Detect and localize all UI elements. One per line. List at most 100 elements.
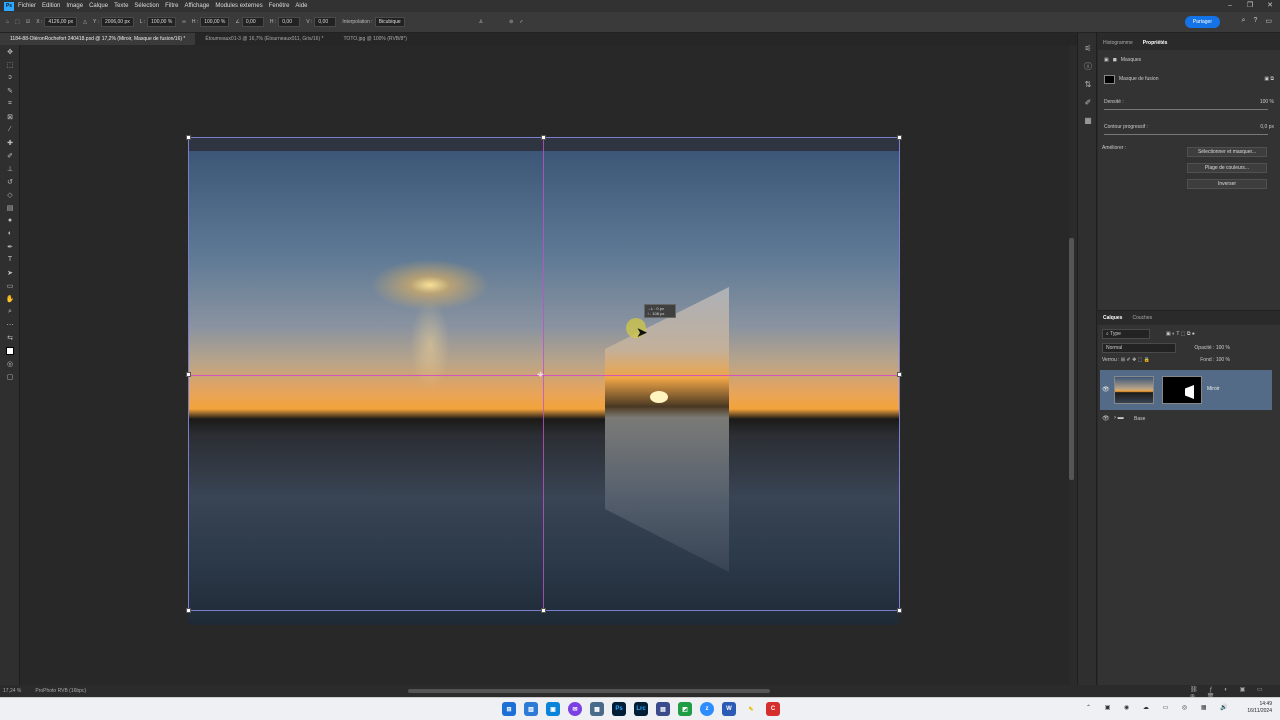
menu-image[interactable]: Image <box>66 3 83 9</box>
adjust-panel-icon[interactable]: ⚟ <box>1078 39 1098 57</box>
lasso-tool-icon[interactable]: ↄ <box>0 71 20 84</box>
eraser-tool-icon[interactable]: ◇ <box>0 188 20 201</box>
pixel-mask-icon[interactable]: ▣ <box>1104 57 1109 63</box>
minimize-button[interactable]: – <box>1220 0 1240 12</box>
hand-tool-icon[interactable]: ✋ <box>0 292 20 305</box>
brush-tool-icon[interactable]: ✐ <box>0 149 20 162</box>
lock-icons[interactable]: ⊞ ✐ ✥ ⬚ 🔒 <box>1121 357 1150 363</box>
green-app-icon[interactable]: ◩ <box>678 702 692 716</box>
visibility-eye-icon-base[interactable]: 👁 <box>1102 415 1110 422</box>
red-app-icon[interactable]: C <box>766 702 780 716</box>
taskbar-clock[interactable]: 14:49 16/11/2024 <box>1247 701 1272 715</box>
history-brush-tool-icon[interactable]: ↺ <box>0 175 20 188</box>
commit-icon[interactable]: ✓ <box>519 19 523 25</box>
move-tool-icon[interactable]: ✥ <box>0 45 20 58</box>
menu-fichier[interactable]: Fichier <box>18 3 36 9</box>
word-icon[interactable]: W <box>722 702 736 716</box>
maximize-button[interactable]: ❐ <box>1240 0 1260 12</box>
handle-top-left[interactable] <box>186 135 191 140</box>
vskew-field[interactable]: 0,00 <box>314 17 337 27</box>
cancel-icon[interactable]: ⊘ <box>509 19 513 25</box>
layer-kind-select[interactable]: ⌕ Type <box>1102 329 1150 339</box>
info-panel-icon[interactable]: ⓘ <box>1078 57 1098 75</box>
menu-filtre[interactable]: Filtre <box>165 3 178 9</box>
hskew-field[interactable]: 0,00 <box>278 17 301 27</box>
feather-value[interactable]: 0,0 px <box>1260 124 1274 130</box>
reference-point-checkbox[interactable]: ☑ <box>26 19 30 25</box>
layer-mask-thumbnail[interactable] <box>1162 376 1202 404</box>
angle-field[interactable]: 0,00 <box>241 17 264 27</box>
type-tool-icon[interactable]: T <box>0 253 20 266</box>
save-app-icon[interactable]: ▤ <box>656 702 670 716</box>
select-and-mask-button[interactable]: Sélectionner et masquer... <box>1187 147 1267 157</box>
link-icon[interactable]: ∞ <box>182 19 186 25</box>
layer-row-base[interactable]: 👁 › ▬ Base <box>1100 412 1272 426</box>
home-icon[interactable]: ⌂ <box>6 19 9 25</box>
zoom-app-icon[interactable]: z <box>700 702 714 716</box>
density-value[interactable]: 100 % <box>1260 99 1274 105</box>
y-field[interactable]: 2006,00 px <box>101 17 134 27</box>
invert-button[interactable]: Inverser <box>1187 179 1267 189</box>
menu-affichage[interactable]: Affichage <box>184 3 209 9</box>
tab-channels[interactable]: Couches <box>1127 315 1157 321</box>
opacity-value[interactable]: 100 % <box>1216 345 1230 351</box>
start-icon[interactable]: ⊞ <box>502 702 516 716</box>
blend-mode-select[interactable]: Normal <box>1102 343 1176 353</box>
quick-select-tool-icon[interactable]: ✎ <box>0 84 20 97</box>
visibility-eye-icon[interactable]: 👁 <box>1102 386 1110 393</box>
paths-panel-icon[interactable]: ✐ <box>1078 93 1098 111</box>
handle-top-right[interactable] <box>897 135 902 140</box>
system-tray-icons[interactable]: ⌃ ▣ ◉ ☁ ▭ ◎ ▦ 🔊 <box>1086 704 1234 711</box>
handle-bottom-right[interactable] <box>897 608 902 613</box>
horizontal-scrollbar[interactable] <box>408 689 770 693</box>
photoshop-taskbar-icon[interactable]: Ps <box>612 702 626 716</box>
tab-layers[interactable]: Calques <box>1098 315 1127 321</box>
color-swatches[interactable] <box>0 344 20 357</box>
mask-options-icon[interactable]: ▣ ⧉ <box>1264 76 1274 82</box>
tab-properties[interactable]: Propriétés <box>1138 40 1173 46</box>
density-slider[interactable] <box>1104 109 1268 110</box>
handle-middle-left[interactable] <box>186 372 191 377</box>
layer-row-miroir[interactable]: 👁 Miroir <box>1100 370 1272 410</box>
menu-edition[interactable]: Edition <box>42 3 60 9</box>
color-range-button[interactable]: Plage de couleurs... <box>1187 163 1267 173</box>
path-select-tool-icon[interactable]: ➤ <box>0 266 20 279</box>
menu-calque[interactable]: Calque <box>89 3 108 9</box>
eyedropper-tool-icon[interactable]: ⁄ <box>0 123 20 136</box>
group-folder-icon[interactable]: › ▬ <box>1114 415 1124 421</box>
zoom-tool-icon[interactable]: ⌕ <box>0 305 20 318</box>
handle-middle-right[interactable] <box>897 372 902 377</box>
x-field[interactable]: 4126,00 px <box>44 17 78 27</box>
pen-tool-icon[interactable]: ✒ <box>0 240 20 253</box>
pen-app-icon[interactable]: ✎ <box>744 702 758 716</box>
blur-tool-icon[interactable]: ● <box>0 214 20 227</box>
width-field[interactable]: 100,00 % <box>147 17 177 27</box>
layer-name-base[interactable]: Base <box>1134 416 1145 422</box>
lightroom-taskbar-icon[interactable]: Lrc <box>634 702 648 716</box>
frame-tool-icon[interactable]: ⊠ <box>0 110 20 123</box>
marquee-tool-icon[interactable]: ⬚ <box>0 58 20 71</box>
store-icon[interactable]: ▣ <box>546 702 560 716</box>
filter-icons[interactable]: ▣ ◐ T ⬚ ⧉ ● <box>1166 331 1195 337</box>
menu-texte[interactable]: Texte <box>114 3 128 9</box>
swatches-panel-icon[interactable]: ▦ <box>1078 111 1098 129</box>
task-view-icon[interactable]: ▥ <box>524 702 538 716</box>
dodge-tool-icon[interactable]: ◐ <box>0 227 20 240</box>
interpolation-select[interactable]: Bicubique <box>374 17 405 27</box>
height-field[interactable]: 100,00 % <box>200 17 230 27</box>
menu-modules-externes[interactable]: Modules externes <box>215 3 262 9</box>
healing-tool-icon[interactable]: ✚ <box>0 136 20 149</box>
menu-selection[interactable]: Sélection <box>134 3 159 9</box>
menu-fenetre[interactable]: Fenêtre <box>269 3 290 9</box>
tab-oleron[interactable]: 1184-88-OléronRochefort 240418.psd @ 17,… <box>0 33 196 45</box>
gradient-tool-icon[interactable]: ▤ <box>0 201 20 214</box>
delta-icon[interactable]: △ <box>83 19 87 25</box>
stamp-tool-icon[interactable]: ⊥ <box>0 162 20 175</box>
warp-icon[interactable]: ♙ <box>479 19 483 25</box>
adjustments-panel-icon[interactable]: ⇅ <box>1078 75 1098 93</box>
reference-point-icon[interactable]: ⌖ <box>537 368 544 380</box>
calculator-icon[interactable]: ▦ <box>590 702 604 716</box>
shape-tool-icon[interactable]: ▭ <box>0 279 20 292</box>
screen-mode-icon[interactable]: ▢ <box>0 370 20 383</box>
menu-aide[interactable]: Aide <box>295 3 307 9</box>
